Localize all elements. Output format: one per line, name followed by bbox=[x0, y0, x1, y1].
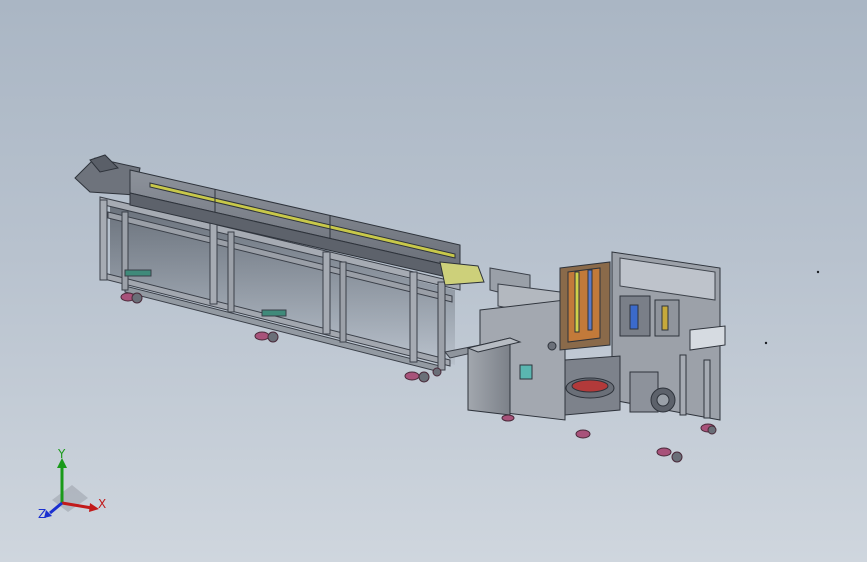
reference-point bbox=[816, 270, 820, 274]
machine-casters bbox=[501, 414, 717, 463]
machine-model-canvas[interactable]: Y X Z bbox=[0, 0, 867, 562]
z-axis-label: Z bbox=[38, 507, 46, 521]
cad-viewport[interactable]: Y X Z bbox=[0, 0, 867, 562]
axis-triad: Y X Z bbox=[38, 447, 106, 521]
x-axis-label: X bbox=[98, 497, 106, 511]
y-axis-label: Y bbox=[57, 447, 66, 461]
z-axis-line bbox=[49, 501, 63, 515]
reference-point bbox=[764, 341, 768, 345]
